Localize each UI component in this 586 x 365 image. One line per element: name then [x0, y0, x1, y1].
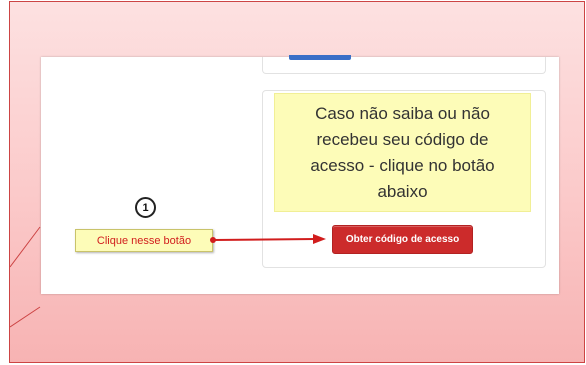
info-box: Caso não saiba ou não recebeu seu código…	[274, 93, 531, 212]
info-text: Caso não saiba ou não recebeu seu código…	[310, 103, 495, 201]
top-card	[262, 55, 546, 74]
screenshot-area: Caso não saiba ou não recebeu seu código…	[41, 55, 559, 294]
get-access-code-button[interactable]: Obter código de acesso	[332, 225, 473, 254]
access-card: Caso não saiba ou não recebeu seu código…	[262, 90, 546, 268]
top-card-button[interactable]	[289, 55, 351, 60]
step-number-badge: 1	[135, 197, 156, 218]
callout-panel: Caso não saiba ou não recebeu seu código…	[9, 1, 585, 363]
instruction-note: Clique nesse botão	[75, 229, 213, 252]
